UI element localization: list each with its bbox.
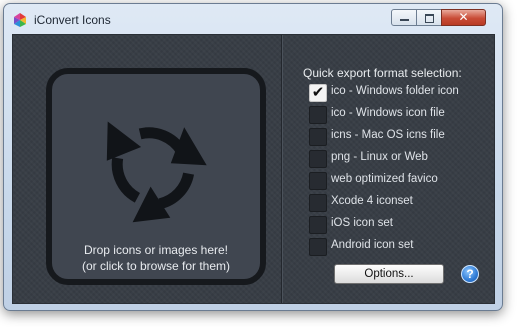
close-icon: ✕ [458, 10, 469, 24]
title-bar[interactable]: iConvert Icons ✕ [4, 4, 502, 34]
format-option-label: ico - Windows folder icon [331, 85, 459, 97]
drop-instruction-line: Drop icons or images here! [83, 243, 229, 257]
iconvert-app-icon [14, 13, 26, 27]
format-option-label: web optimized favico [331, 173, 438, 185]
format-option-label: Android icon set [331, 239, 414, 251]
checkbox[interactable] [309, 238, 327, 256]
main-panel: Drop icons or images here! (or click to … [12, 34, 495, 304]
maximize-button[interactable] [416, 9, 442, 26]
options-button[interactable]: Options... [334, 264, 444, 284]
refresh-cycle-icon [106, 121, 207, 223]
format-option-label: png - Linux or Web [331, 151, 428, 163]
browse-instruction-line: (or click to browse for them) [81, 259, 231, 273]
checkbox[interactable] [309, 128, 327, 146]
app-window: iConvert Icons ✕ Drop icons or images he… [3, 3, 503, 311]
checkbox[interactable] [309, 150, 327, 168]
checkbox[interactable] [309, 194, 327, 212]
help-icon[interactable]: ? [461, 265, 479, 283]
format-option-label: Xcode 4 iconset [331, 195, 413, 207]
format-option-label: iOS icon set [331, 217, 393, 229]
checkmark-icon: ✔ [311, 83, 325, 101]
format-option-label: icns - Mac OS icns file [331, 129, 445, 141]
format-option-label: ico - Windows icon file [331, 107, 445, 119]
minimize-button[interactable] [391, 9, 417, 26]
panel-divider [281, 35, 283, 303]
checkbox[interactable]: ✔ [309, 83, 327, 102]
checkbox[interactable] [309, 106, 327, 124]
checkbox[interactable] [309, 172, 327, 190]
drop-zone[interactable]: Drop icons or images here! (or click to … [46, 68, 266, 285]
checkbox[interactable] [309, 216, 327, 234]
format-section-title: Quick export format selection: [303, 66, 462, 80]
close-button[interactable]: ✕ [441, 9, 486, 26]
window-title: iConvert Icons [34, 13, 111, 27]
drop-instructions: Drop icons or images here! (or click to … [52, 242, 260, 274]
